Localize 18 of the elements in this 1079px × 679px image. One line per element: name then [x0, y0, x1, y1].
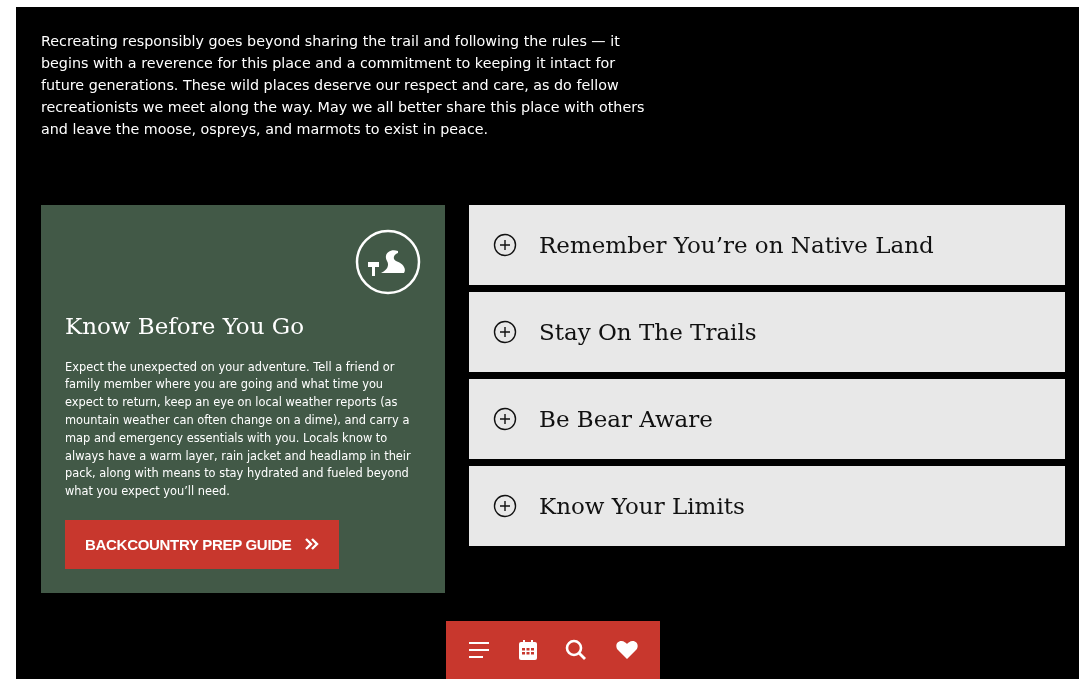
plus-circle-icon — [493, 319, 517, 344]
double-chevron-icon — [305, 538, 320, 551]
accordion-header[interactable]: Know Your Limits — [469, 465, 1065, 546]
card-description: Expect the unexpected on your adventure. Tell a friend or family member where you are going and what time you expect to return, keep an eye on local weather reports (as mountain weather can often change on a dime), and carry a map and emergency essentials with you. Locals know to always have a warm layer, rain jacket and headlamp in their pack, along with means to stay hydrated and fueled beyond what you expect you’ll need. — [65, 358, 412, 501]
menu-icon — [468, 640, 491, 659]
accordion-header[interactable]: Be Bear Aware — [469, 378, 1065, 459]
heart-icon — [615, 640, 638, 660]
trail-sign-logo-icon — [355, 228, 421, 295]
backcountry-prep-guide-button[interactable]: BACKCOUNTRY PREP GUIDE — [65, 519, 340, 569]
accordion-header[interactable]: Stay On The Trails — [469, 291, 1065, 372]
plus-circle-icon — [493, 493, 517, 518]
accordion-header[interactable]: Remember You’re on Native Land — [469, 204, 1065, 285]
card-title: Know Before You Go — [65, 312, 305, 339]
plus-circle-icon — [493, 232, 517, 257]
calendar-icon — [518, 639, 537, 660]
search-icon — [565, 638, 588, 661]
intro-paragraph: Recreating responsibly goes beyond sharing the trail and following the rules — it begins with a reverence for this place and a commitment to keeping it intact for future generations. These wild places deserve our respect and care, as do fellow recreationists we meet along the way. May we all better share this place with others and leave the moose, ospreys, and marmots to exist in peace. — [41, 32, 646, 139]
plus-circle-icon — [493, 406, 517, 431]
